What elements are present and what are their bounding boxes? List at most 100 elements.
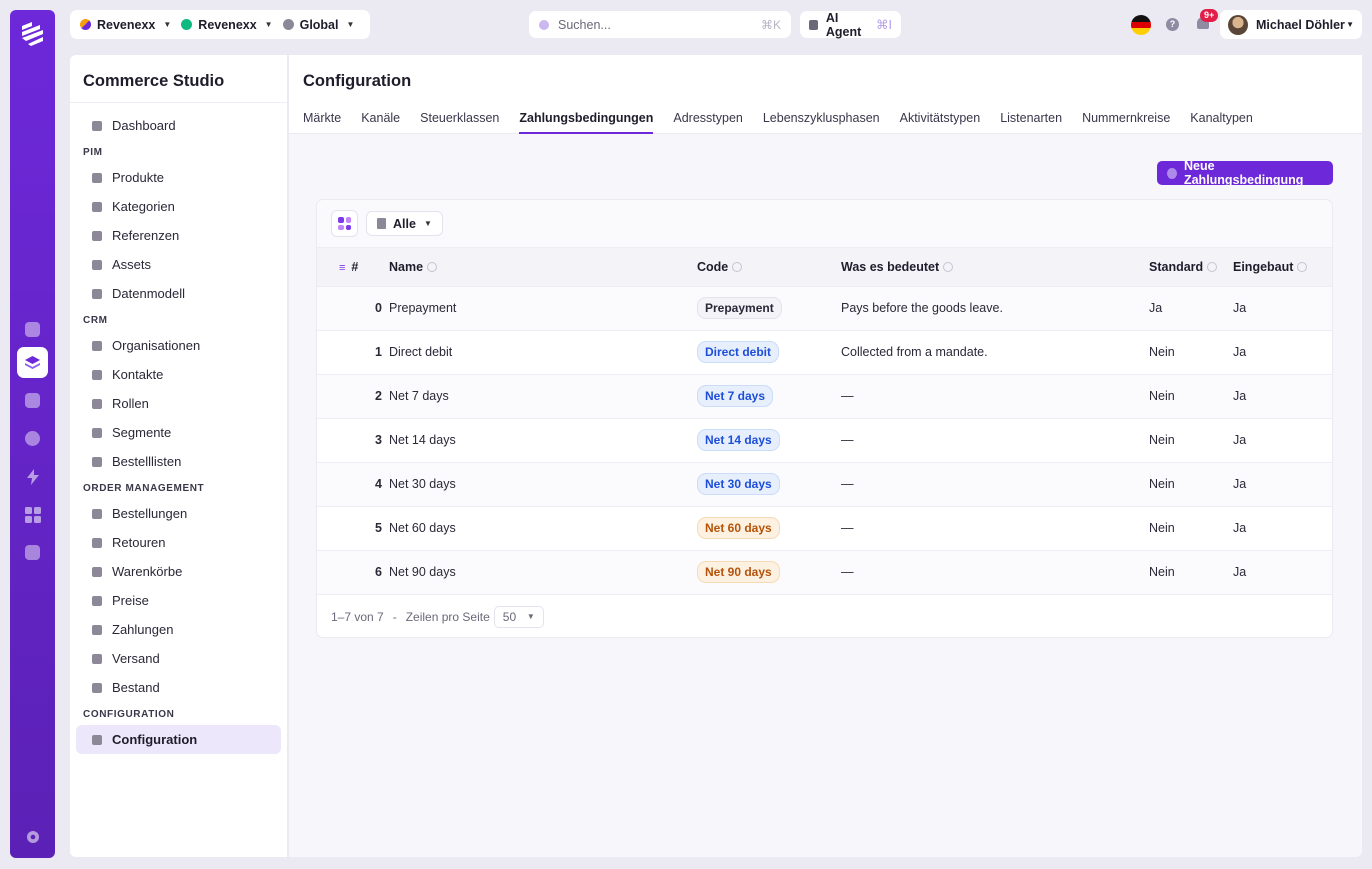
plus-icon [1167, 167, 1177, 179]
payment-terms-table-card: Alle ▼ ≡ # Name Code Was es bedeutet Stan… [316, 199, 1333, 638]
tab-zahlungsbedingungen[interactable]: Zahlungsbedingungen [519, 111, 654, 134]
tenant-switcher[interactable]: Revenexx ▼ [179, 14, 280, 36]
column-header-builtin[interactable]: Eingebaut [1233, 248, 1332, 287]
row-number: 2 [317, 374, 389, 419]
sidebar-item-warenkorbe[interactable]: Warenkörbe [76, 557, 281, 586]
sidebar-item-bestellungen[interactable]: Bestellungen [76, 499, 281, 528]
tab-nummernkreise[interactable]: Nummernkreise [1082, 111, 1170, 133]
sidebar-item-label: Segmente [112, 425, 172, 440]
row-number: 5 [317, 506, 389, 551]
column-header-standard[interactable]: Standard [1149, 248, 1233, 287]
home-icon[interactable] [17, 314, 48, 345]
row-meaning: — [841, 418, 1149, 463]
sidebar-item-referenzen[interactable]: Referenzen [76, 221, 281, 250]
segmente-icon [92, 427, 102, 438]
sidebar-item-versand[interactable]: Versand [76, 644, 281, 673]
view-toggle-button[interactable] [331, 210, 358, 237]
dashboard-icon [92, 120, 102, 131]
sidebar-item-bestelllisten[interactable]: Bestelllisten [76, 447, 281, 476]
row-meaning: Pays before the goods leave. [841, 286, 1149, 331]
context-selector: Revenexx ▼ Revenexx ▼ Global ▼ [70, 10, 370, 39]
tab-steuerklassen[interactable]: Steuerklassen [420, 111, 499, 133]
table-row[interactable]: 2 Net 7 days Net 7 days — Nein Ja [317, 374, 1332, 419]
tab-adresstypen[interactable]: Adresstypen [673, 111, 742, 133]
analytics-icon[interactable] [17, 385, 48, 416]
sidebar-item-label: Zahlungen [112, 622, 174, 637]
lightning-icon[interactable] [17, 461, 48, 492]
new-payment-term-button[interactable]: Neue Zahlungsbedingung [1157, 159, 1333, 187]
user-menu[interactable]: Michael Döhler ▼ [1220, 10, 1362, 39]
row-number: 6 [317, 550, 389, 595]
sidebar-section-crm: CRM [83, 315, 108, 326]
chevron-down-icon: ▼ [163, 20, 172, 29]
location-icon[interactable] [17, 423, 48, 454]
app-logo-icon[interactable] [18, 20, 47, 49]
bestelllisten-icon [92, 456, 102, 467]
filter-dropdown[interactable]: Alle ▼ [366, 211, 443, 236]
column-header-num[interactable]: ≡ # [317, 248, 389, 287]
tab-lebenszyklusphasen[interactable]: Lebenszyklusphasen [763, 111, 880, 133]
ai-agent-button[interactable]: AI Agent ⌘I [800, 11, 901, 39]
rollen-icon [92, 398, 102, 409]
table-row[interactable]: 3 Net 14 days Net 14 days — Nein Ja [317, 418, 1332, 463]
column-num-label: # [351, 259, 359, 274]
sidebar-item-dashboard[interactable]: Dashboard [76, 111, 281, 140]
table-toolbar: Alle ▼ [317, 200, 1332, 248]
tab-kanale[interactable]: Kanäle [361, 111, 400, 133]
page-header: Configuration Märkte Kanäle Steuerklassen Z… [289, 55, 1362, 134]
column-header-meaning[interactable]: Was es bedeutet [841, 248, 1149, 287]
sidebar-item-assets[interactable]: Assets [76, 250, 281, 279]
column-name-label: Name [389, 259, 424, 274]
sidebar-item-label: Kategorien [112, 199, 175, 214]
tab-listenarten[interactable]: Listenarten [1000, 111, 1062, 133]
chevron-down-icon: ▼ [526, 612, 535, 621]
warenkorbe-icon [92, 566, 102, 577]
code-badge: Prepayment [697, 297, 782, 319]
row-builtin: Ja [1233, 330, 1332, 375]
sidebar-item-rollen[interactable]: Rollen [76, 389, 281, 418]
sidebar-nav: Dashboard PIM Produkte Kategorien Referenze… [70, 103, 287, 754]
notification-badge: 9+ [1200, 9, 1219, 22]
sidebar-item-label: Organisationen [112, 338, 201, 353]
sidebar-item-label: Referenzen [112, 228, 180, 243]
table-row[interactable]: 5 Net 60 days Net 60 days — Nein Ja [317, 506, 1332, 551]
sidebar-item-bestand[interactable]: Bestand [76, 673, 281, 702]
settings-icon[interactable] [17, 821, 48, 852]
cube-icon[interactable] [17, 537, 48, 568]
sidebar-item-produkte[interactable]: Produkte [76, 163, 281, 192]
sidebar-item-organisationen[interactable]: Organisationen [76, 331, 281, 360]
sidebar-item-zahlungen[interactable]: Zahlungen [76, 615, 281, 644]
sidebar-item-datenmodell[interactable]: Datenmodell [76, 279, 281, 308]
org-switcher[interactable]: Revenexx ▼ [78, 14, 179, 36]
tab-markte[interactable]: Märkte [303, 111, 341, 133]
table-row[interactable]: 4 Net 30 days Net 30 days — Nein Ja [317, 462, 1332, 507]
sidebar-item-kontakte[interactable]: Kontakte [76, 360, 281, 389]
scope-switcher[interactable]: Global ▼ [281, 14, 363, 36]
tab-aktivitatstypen[interactable]: Aktivitätstypen [900, 111, 981, 133]
sidebar-item-preise[interactable]: Preise [76, 586, 281, 615]
help-icon[interactable]: ? [1166, 18, 1179, 31]
table-row[interactable]: 6 Net 90 days Net 90 days — Nein Ja [317, 550, 1332, 595]
sidebar-item-label: Kontakte [112, 367, 164, 382]
column-header-code[interactable]: Code [697, 248, 841, 287]
apps-grid-icon[interactable] [17, 499, 48, 530]
sidebar-item-segmente[interactable]: Segmente [76, 418, 281, 447]
pagination-separator: - [392, 609, 397, 624]
sidebar-item-label: Warenkörbe [112, 564, 183, 579]
column-header-name[interactable]: Name [389, 248, 697, 287]
rows-per-page-select[interactable]: 50 ▼ [493, 605, 544, 628]
sidebar-item-label: Bestand [112, 680, 160, 695]
table-row[interactable]: 0 Prepayment Prepayment Pays before the goo… [317, 286, 1332, 331]
row-name: Direct debit [389, 330, 697, 375]
table-row[interactable]: 1 Direct debit Direct debit Collected from … [317, 330, 1332, 375]
row-standard: Nein [1149, 506, 1233, 551]
sidebar-item-retouren[interactable]: Retouren [76, 528, 281, 557]
sidebar-item-configuration[interactable]: Configuration [76, 725, 281, 754]
language-flag-icon[interactable] [1131, 15, 1151, 35]
tab-kanaltypen[interactable]: Kanaltypen [1190, 111, 1253, 133]
search-input[interactable]: Suchen... ⌘K [529, 11, 791, 38]
sidebar-item-kategorien[interactable]: Kategorien [76, 192, 281, 221]
layers-icon[interactable] [17, 347, 48, 378]
org-logo-icon [80, 19, 91, 30]
row-meaning: Collected from a mandate. [841, 330, 1149, 375]
